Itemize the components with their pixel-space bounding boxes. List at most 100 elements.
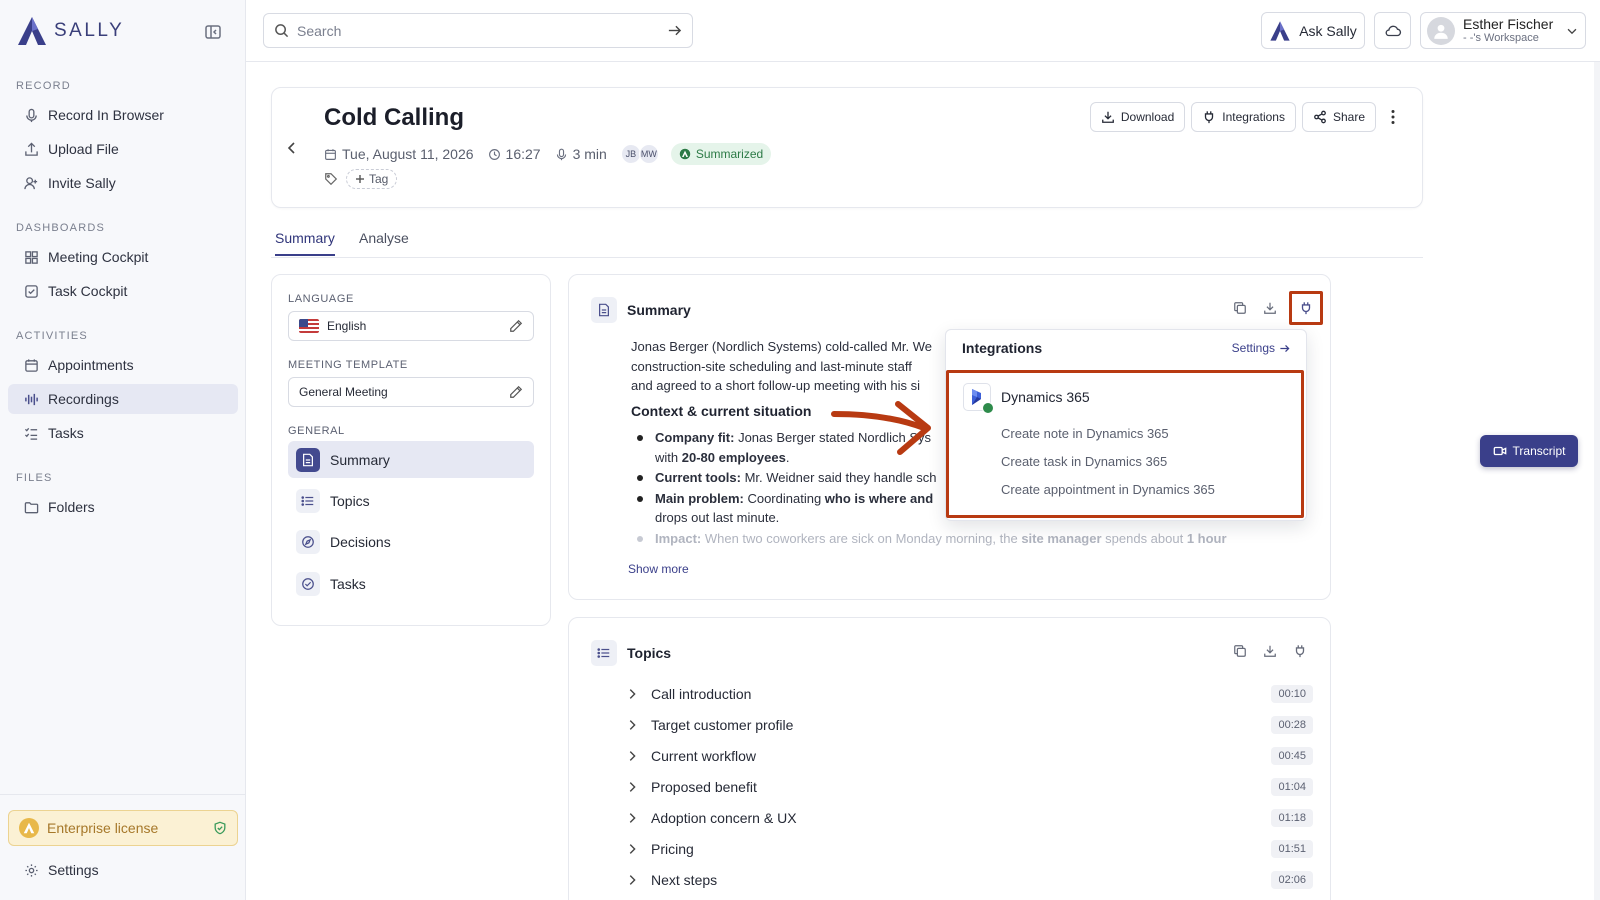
sidebar-item-meeting-cockpit[interactable]: Meeting Cockpit xyxy=(8,242,238,272)
sidebar-item-record-in-browser[interactable]: Record In Browser xyxy=(8,100,238,130)
sidebar-item-label: Invite Sally xyxy=(48,175,116,191)
ask-sally-button[interactable]: Ask Sally xyxy=(1261,12,1365,49)
topic-timestamp[interactable]: 00:28 xyxy=(1271,716,1313,734)
topic-timestamp[interactable]: 00:45 xyxy=(1271,747,1313,765)
topic-timestamp[interactable]: 01:51 xyxy=(1271,840,1313,858)
pencil-icon[interactable] xyxy=(509,385,523,399)
sidebar-item-upload-file[interactable]: Upload File xyxy=(8,134,238,164)
sally-logo-icon xyxy=(18,17,46,45)
integrations-plug-icon[interactable] xyxy=(1289,291,1323,325)
tab-analyse[interactable]: Analyse xyxy=(359,230,409,254)
sidebar-item-task-cockpit[interactable]: Task Cockpit xyxy=(8,276,238,306)
transcript-button[interactable]: Transcript xyxy=(1480,435,1578,467)
ask-sally-label: Ask Sally xyxy=(1299,22,1357,39)
meeting-time: 16:27 xyxy=(488,146,541,162)
back-button[interactable] xyxy=(284,140,300,156)
tab-summary[interactable]: Summary xyxy=(275,230,335,256)
meeting-header-card: Cold Calling Tue, August 11, 2026 16:27 … xyxy=(271,87,1423,208)
topic-row[interactable]: Adoption concern & UX 01:18 xyxy=(625,804,1313,832)
sidebar-item-appointments[interactable]: Appointments xyxy=(8,350,238,380)
connected-check-icon xyxy=(982,402,994,414)
enterprise-license-banner[interactable]: Enterprise license xyxy=(8,810,238,846)
tag-icon xyxy=(325,173,338,186)
nav-section-record: RECORD Record In Browser Upload File Inv… xyxy=(0,80,246,202)
calendar-icon xyxy=(25,358,38,372)
add-tag-button[interactable]: Tag xyxy=(346,169,398,189)
plug-icon[interactable] xyxy=(1289,640,1311,662)
sidebar-divider xyxy=(0,794,246,795)
mic-icon xyxy=(26,108,37,122)
sidebar-settings[interactable]: Settings xyxy=(8,855,238,885)
user-workspace: - -'s Workspace xyxy=(1463,32,1539,45)
language-select[interactable]: English xyxy=(288,311,534,341)
template-select[interactable]: General Meeting xyxy=(288,377,534,407)
show-more-link[interactable]: Show more xyxy=(628,562,689,576)
create-appointment-action[interactable]: Create appointment in Dynamics 365 xyxy=(1001,482,1215,497)
sidebar-item-label: Tasks xyxy=(48,425,84,441)
download-icon[interactable] xyxy=(1259,640,1281,662)
arrow-right-icon xyxy=(1280,344,1290,352)
sidebar-collapse-icon[interactable] xyxy=(204,23,222,41)
arrow-right-icon[interactable] xyxy=(667,23,682,38)
brand[interactable]: SALLY xyxy=(16,15,124,47)
sidebar-item-label: Folders xyxy=(48,499,95,515)
create-task-action[interactable]: Create task in Dynamics 365 xyxy=(1001,454,1167,469)
page-scrollbar[interactable] xyxy=(1594,62,1600,900)
folder-icon xyxy=(24,501,39,513)
sidebar-item-folders[interactable]: Folders xyxy=(8,492,238,522)
topic-timestamp[interactable]: 00:10 xyxy=(1271,685,1313,703)
more-options-icon[interactable] xyxy=(1384,108,1402,126)
topic-row[interactable]: Current workflow 00:45 xyxy=(625,742,1313,770)
search-bar[interactable] xyxy=(263,13,693,48)
download-icon[interactable] xyxy=(1259,297,1281,319)
section-nav-summary[interactable]: Summary xyxy=(288,441,534,478)
meeting-time-text: 16:27 xyxy=(505,146,541,162)
topic-timestamp[interactable]: 01:18 xyxy=(1271,809,1313,827)
list-icon xyxy=(296,488,320,513)
list-icon xyxy=(591,640,617,666)
sidebar-item-tasks[interactable]: Tasks xyxy=(8,418,238,448)
section-nav-decisions[interactable]: Decisions xyxy=(288,523,534,560)
section-nav-tasks[interactable]: Tasks xyxy=(288,565,534,602)
meeting-duration-text: 3 min xyxy=(572,146,607,162)
user-plus-icon xyxy=(24,176,38,189)
sidebar-item-settings[interactable]: Settings xyxy=(8,855,238,885)
integrations-button[interactable]: Integrations xyxy=(1191,102,1296,132)
sidebar-item-invite-sally[interactable]: Invite Sally xyxy=(8,168,238,198)
pencil-icon[interactable] xyxy=(509,319,523,333)
search-input[interactable] xyxy=(297,22,659,39)
topics-card: Topics Call introduction 00:10 Target cust… xyxy=(568,617,1331,900)
copy-icon[interactable] xyxy=(1229,640,1251,662)
popover-settings-label: Settings xyxy=(1231,341,1275,355)
chevron-right-icon xyxy=(629,689,636,699)
topic-row[interactable]: Next steps 02:06 xyxy=(625,866,1313,894)
topic-row[interactable]: Pricing 01:51 xyxy=(625,835,1313,863)
topic-label: Current workflow xyxy=(651,748,757,764)
topic-timestamp[interactable]: 02:06 xyxy=(1271,871,1313,889)
meeting-date-text: Tue, August 11, 2026 xyxy=(342,146,474,162)
grid-icon xyxy=(25,250,38,264)
participant-avatars[interactable]: JB MW xyxy=(620,144,659,164)
topic-row[interactable]: Call introduction 00:10 xyxy=(625,680,1313,708)
summarized-icon xyxy=(679,148,691,160)
create-note-action[interactable]: Create note in Dynamics 365 xyxy=(1001,426,1169,441)
topic-row[interactable]: Target customer profile 00:28 xyxy=(625,711,1313,739)
copy-icon[interactable] xyxy=(1229,297,1251,319)
popover-settings-link[interactable]: Settings xyxy=(1232,341,1290,355)
share-label: Share xyxy=(1332,110,1365,124)
topic-row[interactable]: Proposed benefit 01:04 xyxy=(625,773,1313,801)
cloud-sync-button[interactable] xyxy=(1374,12,1411,49)
us-flag-icon xyxy=(299,319,319,333)
add-tag-label: Tag xyxy=(369,172,389,186)
share-button[interactable]: Share xyxy=(1301,102,1376,132)
download-button[interactable]: Download xyxy=(1089,102,1186,132)
integrations-popover: Integrations Settings Dynamics 365 Creat… xyxy=(945,329,1307,521)
topics-header: Topics xyxy=(591,640,671,666)
license-logo-icon xyxy=(19,818,39,838)
section-nav-topics[interactable]: Topics xyxy=(288,482,534,519)
topic-timestamp[interactable]: 01:04 xyxy=(1271,778,1313,796)
document-icon xyxy=(296,447,320,472)
checkbox-icon xyxy=(25,284,38,298)
sidebar-item-recordings[interactable]: Recordings xyxy=(8,384,238,414)
user-menu[interactable]: Esther Fischer - -'s Workspace xyxy=(1420,12,1586,49)
